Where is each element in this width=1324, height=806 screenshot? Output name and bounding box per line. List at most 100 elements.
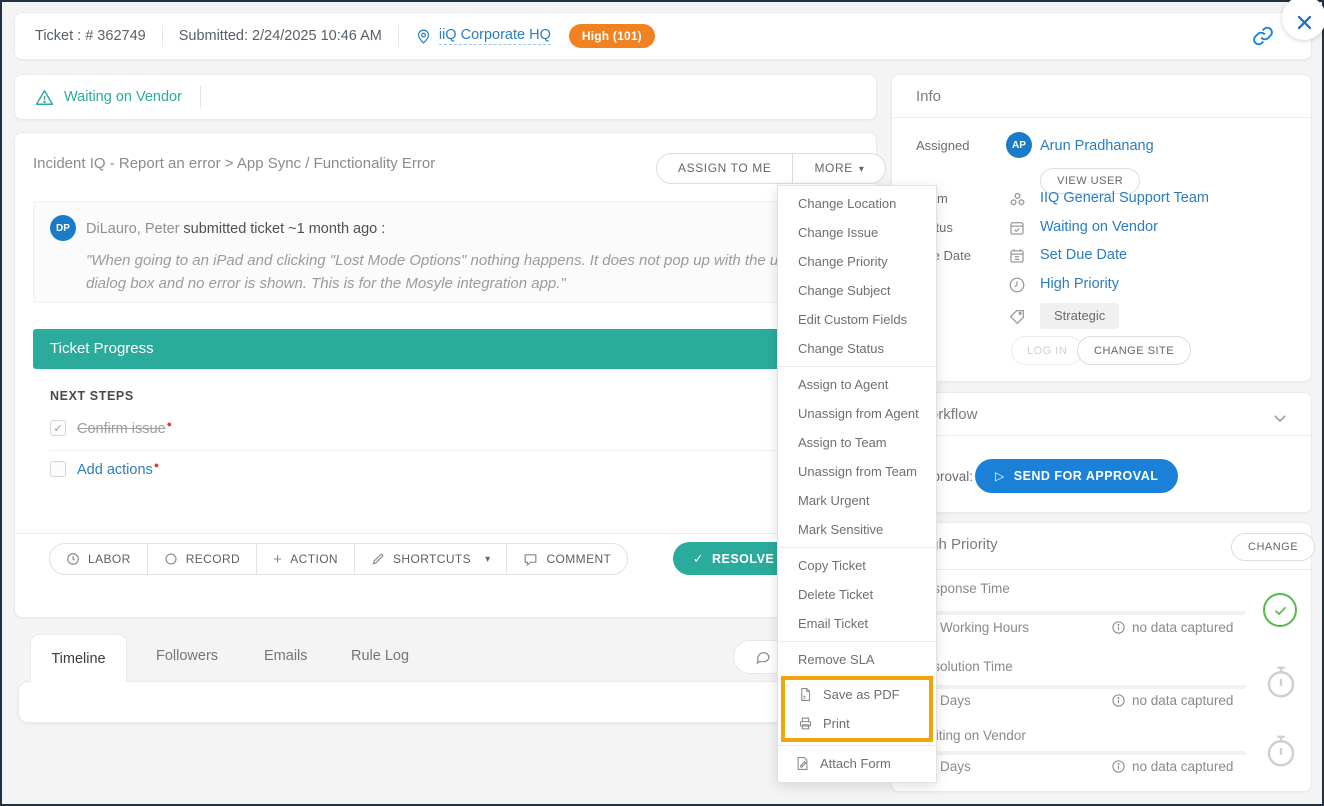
ticket-status-bar: Waiting on Vendor	[14, 74, 877, 120]
menu-divider	[778, 641, 936, 642]
info-panel: Info Assigned AP Arun Pradhanang VIEW US…	[891, 74, 1312, 382]
tag-icon	[1008, 308, 1026, 326]
ticket-main-card: Incident IQ - Report an error > App Sync…	[14, 132, 877, 618]
divider	[162, 25, 163, 47]
chevron-down-icon[interactable]	[1271, 409, 1289, 427]
location-pin-icon	[415, 28, 432, 45]
tag-chip[interactable]: Strategic	[1040, 303, 1119, 329]
send-for-approval-button[interactable]: ▷ SEND FOR APPROVAL	[975, 459, 1178, 493]
assigned-user-link[interactable]: Arun Pradhanang	[1040, 138, 1154, 154]
menu-divider	[778, 745, 936, 746]
ticket-number: Ticket : # 362749	[35, 28, 146, 44]
ticket-status-link[interactable]: Waiting on Vendor	[1040, 219, 1158, 235]
log-in-button[interactable]: LOG IN	[1011, 336, 1083, 365]
divider	[892, 569, 1311, 570]
callout-highlight-box: Save as PDF Print	[781, 676, 933, 742]
menu-item-change-subject[interactable]: Change Subject	[778, 276, 936, 305]
divider	[50, 450, 858, 451]
menu-item-delete-ticket[interactable]: Delete Ticket	[778, 580, 936, 609]
clock-icon	[1008, 276, 1026, 294]
calendar-check-icon	[1008, 219, 1026, 237]
menu-item-assign-to-team[interactable]: Assign to Team	[778, 428, 936, 457]
menu-item-save-as-pdf[interactable]: Save as PDF	[785, 680, 929, 709]
info-icon	[1111, 759, 1126, 774]
menu-item-edit-custom-fields[interactable]: Edit Custom Fields	[778, 305, 936, 334]
set-due-date-link[interactable]: Set Due Date	[1040, 247, 1127, 263]
menu-item-attach-form[interactable]: Attach Form	[778, 749, 936, 778]
divider	[892, 435, 1311, 436]
copy-link-icon[interactable]	[1251, 24, 1275, 48]
submitted-date: Submitted: 2/24/2025 10:46 AM	[179, 28, 382, 44]
speech-bubble-icon	[755, 649, 771, 665]
workflow-panel: Workflow Approval: ▷ SEND FOR APPROVAL	[891, 392, 1312, 513]
tab-emails[interactable]: Emails	[264, 648, 308, 664]
close-button[interactable]	[1282, 0, 1324, 40]
record-button[interactable]: RECORD	[147, 544, 256, 574]
menu-item-remove-sla[interactable]: Remove SLA	[778, 645, 936, 674]
clock-icon	[66, 552, 80, 566]
ticket-detail-modal: { "colors": { "teal": "#2aab9b", "link_b…	[0, 0, 1324, 806]
ticket-description-box: DP DiLauro, Peter submitted ticket ~1 mo…	[33, 201, 858, 303]
sla-row-detail: Days	[940, 759, 971, 774]
menu-item-change-status[interactable]: Change Status	[778, 334, 936, 363]
team-icon	[1008, 190, 1027, 209]
ticket-description-text: "When going to an iPad and clicking "Los…	[86, 250, 828, 295]
labor-button[interactable]: LABOR	[50, 544, 147, 574]
menu-item-unassign-from-team[interactable]: Unassign from Team	[778, 457, 936, 486]
more-button[interactable]: MORE▾	[793, 154, 885, 183]
shortcuts-button[interactable]: SHORTCUTS▾	[354, 544, 506, 574]
ticket-tabs: Timeline Followers Emails Rule Log	[14, 634, 877, 682]
menu-item-print[interactable]: Print	[785, 709, 929, 738]
tab-followers[interactable]: Followers	[156, 648, 218, 664]
menu-item-unassign-from-agent[interactable]: Unassign from Agent	[778, 399, 936, 428]
menu-item-copy-ticket[interactable]: Copy Ticket	[778, 551, 936, 580]
ticket-footer-actions: LABOR RECORD + ACTION SHORTCUTS▾ COMMENT	[49, 543, 628, 575]
menu-item-mark-sensitive[interactable]: Mark Sensitive	[778, 515, 936, 544]
printer-icon	[798, 716, 813, 731]
divider	[200, 86, 201, 108]
sla-row-note: no data captured	[1111, 759, 1233, 774]
action-button[interactable]: + ACTION	[256, 544, 354, 574]
menu-item-change-priority[interactable]: Change Priority	[778, 247, 936, 276]
info-icon	[1111, 620, 1126, 635]
sla-row-detail: Working Hours	[940, 620, 1029, 635]
close-icon	[1295, 13, 1314, 32]
comment-icon	[523, 552, 538, 567]
pencil-icon	[371, 552, 385, 566]
checkbox-checked[interactable]: ✓	[50, 420, 66, 436]
sla-change-button[interactable]: CHANGE	[1231, 533, 1315, 561]
divider	[15, 533, 876, 534]
menu-divider	[778, 547, 936, 548]
comment-button[interactable]: COMMENT	[506, 544, 627, 574]
submitted-meta: submitted ticket ~1 month ago :	[183, 221, 385, 237]
location-link[interactable]: iiQ Corporate HQ	[415, 27, 551, 45]
attach-form-icon	[795, 756, 810, 771]
tab-rule-log[interactable]: Rule Log	[351, 648, 409, 664]
circle-icon	[164, 552, 178, 566]
assign-to-me-button[interactable]: ASSIGN TO ME	[657, 154, 793, 183]
menu-item-change-location[interactable]: Change Location	[778, 189, 936, 218]
sla-success-icon	[1263, 593, 1297, 627]
change-site-button[interactable]: CHANGE SITE	[1077, 336, 1191, 365]
step-confirm-issue: ✓ Confirm issue●	[50, 419, 172, 437]
ticket-header-bar: Ticket : # 362749 Submitted: 2/24/2025 1…	[14, 12, 1312, 60]
menu-item-mark-urgent[interactable]: Mark Urgent	[778, 486, 936, 515]
ticket-action-pills: ASSIGN TO ME MORE▾	[656, 153, 886, 184]
status-text: Waiting on Vendor	[64, 89, 182, 105]
checkbox-unchecked[interactable]	[50, 461, 66, 477]
sla-panel: High Priority CHANGE Response Time Worki…	[891, 522, 1312, 792]
tab-timeline[interactable]: Timeline	[30, 634, 127, 682]
required-marker: ●	[154, 460, 159, 470]
menu-item-email-ticket[interactable]: Email Ticket	[778, 609, 936, 638]
play-icon: ▷	[995, 469, 1005, 483]
assigned-team-link[interactable]: IIQ General Support Team	[1040, 190, 1209, 206]
priority-badge: High (101)	[569, 24, 655, 48]
priority-link[interactable]: High Priority	[1040, 276, 1119, 292]
divider	[398, 25, 399, 47]
check-icon: ✓	[693, 551, 704, 566]
calendar-icon	[1008, 247, 1026, 265]
menu-item-change-issue[interactable]: Change Issue	[778, 218, 936, 247]
required-marker: ●	[167, 419, 172, 429]
menu-item-assign-to-agent[interactable]: Assign to Agent	[778, 370, 936, 399]
sla-progress-bar	[916, 751, 1246, 755]
